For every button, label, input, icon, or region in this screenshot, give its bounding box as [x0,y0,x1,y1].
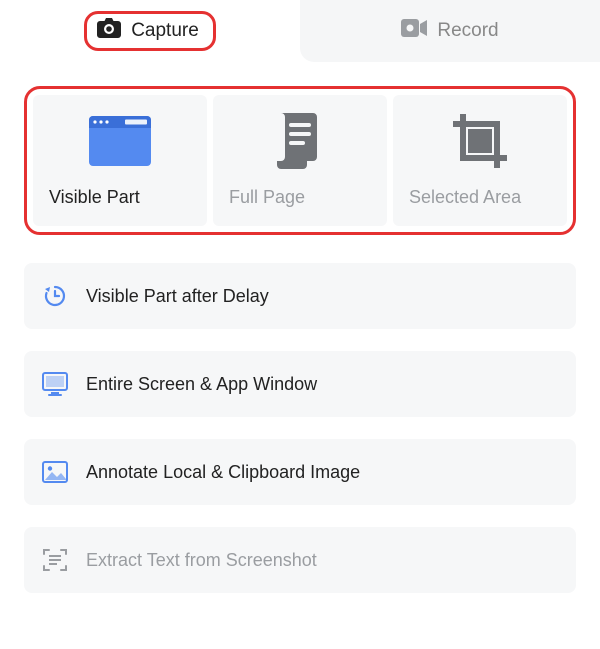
clock-delay-icon [42,283,68,309]
option-delay-label: Visible Part after Delay [86,286,269,307]
monitor-icon [42,371,68,397]
tile-fullpage-label: Full Page [223,187,305,208]
tile-visible-label: Visible Part [43,187,140,208]
option-extract-label: Extract Text from Screenshot [86,550,317,571]
tile-selected-label: Selected Area [403,187,521,208]
crop-icon [451,113,509,169]
tab-bar: Capture Record [0,0,600,62]
capture-mode-row: Visible Part Full Page [33,95,567,226]
camera-icon [97,18,121,44]
tab-capture[interactable]: Capture [0,0,300,62]
tile-selected-area[interactable]: Selected Area [393,95,567,226]
highlight-capture-modes: Visible Part Full Page [24,86,576,235]
tab-record[interactable]: Record [300,0,600,62]
tile-full-page[interactable]: Full Page [213,95,387,226]
main-panel: Visible Part Full Page [0,62,600,593]
option-extract-text[interactable]: Extract Text from Screenshot [24,527,576,593]
option-annotate[interactable]: Annotate Local & Clipboard Image [24,439,576,505]
option-entire-screen[interactable]: Entire Screen & App Window [24,351,576,417]
tab-record-label: Record [437,20,498,42]
tile-visible-part[interactable]: Visible Part [33,95,207,226]
option-annotate-label: Annotate Local & Clipboard Image [86,462,360,483]
option-entire-label: Entire Screen & App Window [86,374,317,395]
tab-capture-label: Capture [131,20,199,42]
ocr-icon [42,547,68,573]
browser-window-icon [89,113,151,169]
scroll-page-icon [275,113,325,169]
highlight-capture-tab: Capture [84,11,216,51]
video-icon [401,19,427,43]
option-visible-delay[interactable]: Visible Part after Delay [24,263,576,329]
image-icon [42,459,68,485]
